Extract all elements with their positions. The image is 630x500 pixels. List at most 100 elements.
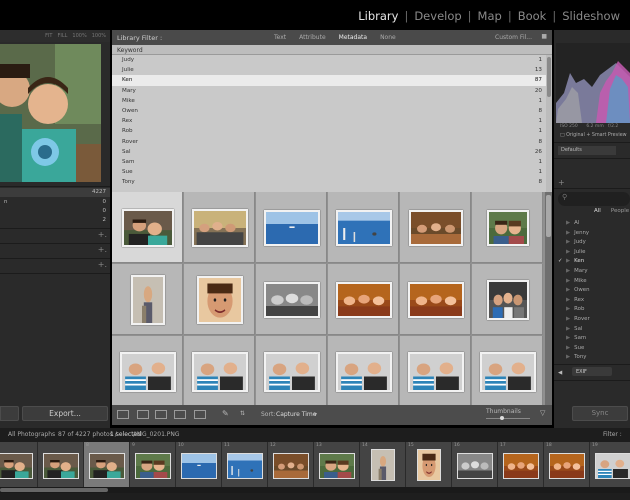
expand-arrow-icon[interactable]: ▶ <box>566 258 570 264</box>
expand-arrow-icon[interactable]: ▶ <box>566 287 570 293</box>
filmstrip-thumbnail[interactable] <box>273 453 309 479</box>
grid-cell[interactable] <box>328 264 399 335</box>
expand-arrow-icon[interactable]: ▶ <box>566 249 570 255</box>
photo-thumbnail[interactable] <box>336 352 392 392</box>
expand-arrow-icon[interactable]: ▶ <box>566 345 570 351</box>
keyword-row[interactable]: Julie 13 <box>112 65 552 75</box>
module-map[interactable]: Map <box>476 9 504 23</box>
histogram[interactable] <box>556 43 630 123</box>
metadata-preset-dropdown[interactable]: EXIF <box>572 367 612 376</box>
filmstrip-thumbnail[interactable] <box>549 453 585 479</box>
filter-tab-attribute[interactable]: Attribute <box>299 34 326 41</box>
keyword-list-item[interactable]: ▶ Rob <box>566 306 584 312</box>
filmstrip-cell[interactable]: 15 <box>406 442 452 487</box>
expand-arrow-icon[interactable]: ▶ <box>566 354 570 360</box>
keyword-row[interactable]: Judy 1 <box>112 55 552 65</box>
smart-preview-status[interactable]: □ Original + Smart Preview <box>560 133 627 138</box>
filmstrip-filter-label[interactable]: Filter : <box>603 431 622 438</box>
photo-thumbnail[interactable] <box>131 275 165 325</box>
keyword-tab-all[interactable]: All <box>594 208 601 214</box>
filter-tab-metadata[interactable]: Metadata <box>339 34 367 41</box>
filter-preset-dropdown[interactable]: Custom Fil... <box>495 34 532 41</box>
keyword-row[interactable]: Mike 1 <box>112 96 552 106</box>
filmstrip-thumbnail[interactable] <box>503 453 539 479</box>
keyword-row[interactable]: Tony 8 <box>112 177 552 187</box>
filmstrip-thumbnail[interactable] <box>319 453 355 479</box>
filmstrip-cell[interactable]: 13 <box>314 442 360 487</box>
sync-button[interactable]: Sync <box>572 406 628 421</box>
zoom-fit[interactable]: FIT <box>45 33 52 39</box>
keyword-list-item[interactable]: ▶ Sal <box>566 326 582 332</box>
grid-cell[interactable] <box>184 336 255 405</box>
catalog-row[interactable]: n0 <box>0 198 110 207</box>
keyword-column-header[interactable]: Keyword <box>112 45 552 55</box>
photo-thumbnail[interactable] <box>197 276 243 324</box>
expand-arrow-icon[interactable]: ▶ <box>566 297 570 303</box>
keyword-list-item[interactable]: ▶ Julie <box>566 249 585 255</box>
keyword-list-item[interactable]: ✓ ▶ Ken <box>558 258 584 264</box>
grid-cell[interactable] <box>400 336 471 405</box>
thumbnail-size-slider[interactable] <box>486 418 530 419</box>
zoom-100[interactable]: 100% <box>72 33 86 39</box>
expand-arrow-icon[interactable]: ▶ <box>566 335 570 341</box>
filmstrip-cell[interactable]: 17 <box>498 442 544 487</box>
filter-tab-none[interactable]: None <box>380 34 396 41</box>
filmstrip-scrollbar[interactable] <box>0 487 630 493</box>
filmstrip-thumbnail[interactable] <box>371 449 395 481</box>
export-button[interactable]: Export... <box>22 406 108 421</box>
add-collection-icon[interactable]: +. <box>98 245 107 254</box>
grid-scrollbar[interactable] <box>545 192 552 405</box>
filmstrip-cell[interactable]: 18 <box>544 442 590 487</box>
navigator-preview[interactable] <box>0 44 101 182</box>
filmstrip-source[interactable]: All Photographs <box>8 431 55 438</box>
filmstrip-cell[interactable]: 10 <box>176 442 222 487</box>
filmstrip-cell[interactable] <box>38 442 84 487</box>
filmstrip-cell[interactable]: 16 <box>452 442 498 487</box>
photo-thumbnail[interactable] <box>487 210 529 246</box>
painter-icon[interactable]: ✎ <box>222 409 229 418</box>
photo-thumbnail[interactable] <box>408 282 464 318</box>
lock-icon[interactable]: ■ <box>541 33 547 40</box>
expand-arrow-icon[interactable]: ▶ <box>566 230 570 236</box>
photo-thumbnail[interactable] <box>408 352 464 392</box>
filmstrip-thumbnail[interactable] <box>0 453 33 479</box>
grid-cell[interactable] <box>328 192 399 263</box>
photo-thumbnail[interactable] <box>487 280 529 320</box>
keyword-row[interactable]: Rob 1 <box>112 126 552 136</box>
keyword-list-item[interactable]: ▶ Owen <box>566 287 590 293</box>
expand-arrow-icon[interactable]: ▶ <box>566 278 570 284</box>
photo-thumbnail[interactable] <box>409 210 463 246</box>
sort-chevron-icon[interactable]: ▾ <box>314 411 317 418</box>
filmstrip-cell[interactable]: 12 <box>268 442 314 487</box>
check-icon[interactable]: ✓ <box>558 258 563 264</box>
expand-arrow-icon[interactable]: ▶ <box>566 316 570 322</box>
catalog-row[interactable]: 2 <box>0 216 110 225</box>
keyword-list-item[interactable]: ▶ Sue <box>566 345 584 351</box>
grid-cell[interactable] <box>472 264 543 335</box>
photo-thumbnail[interactable] <box>264 282 320 318</box>
keyword-list-item[interactable]: ▶ Jenny <box>566 230 589 236</box>
people-view-icon[interactable] <box>194 410 206 419</box>
photo-thumbnail[interactable] <box>264 210 320 246</box>
filmstrip-cell[interactable]: 9 <box>130 442 176 487</box>
keyword-list-item[interactable]: ▶ Al <box>566 220 579 226</box>
loupe-view-icon[interactable] <box>137 410 149 419</box>
grid-cell[interactable] <box>400 192 471 263</box>
photo-thumbnail[interactable] <box>336 282 392 318</box>
filmstrip-thumbnail[interactable] <box>135 453 171 479</box>
grid-cell[interactable] <box>256 336 327 405</box>
filmstrip-thumbnail[interactable] <box>457 453 493 479</box>
compare-view-icon[interactable] <box>155 410 167 419</box>
grid-cell[interactable] <box>184 192 255 263</box>
photo-thumbnail[interactable] <box>480 352 536 392</box>
grid-cell[interactable] <box>112 192 183 263</box>
import-button[interactable] <box>0 406 19 421</box>
keyword-row[interactable]: Sal 26 <box>112 147 552 157</box>
filmstrip-cell[interactable]: 8 <box>84 442 130 487</box>
grid-cell[interactable] <box>400 264 471 335</box>
survey-view-icon[interactable] <box>174 410 186 419</box>
keyword-row[interactable]: Owen 8 <box>112 106 552 116</box>
photo-thumbnail[interactable] <box>264 352 320 392</box>
keyword-search-field[interactable]: ⚲ <box>558 192 630 206</box>
catalog-row[interactable]: 0 <box>0 207 110 216</box>
